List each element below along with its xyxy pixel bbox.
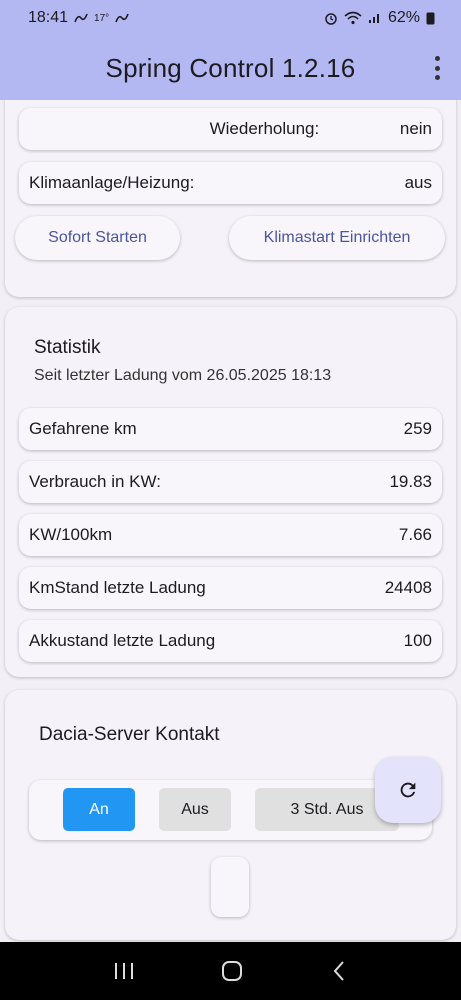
stat-row-odometer: KmStand letzte Ladung 24408 bbox=[19, 567, 442, 609]
stat-row-kw-per-100km: KW/100km 7.66 bbox=[19, 514, 442, 556]
status-temp: 17° bbox=[94, 12, 110, 24]
more-menu-icon[interactable] bbox=[431, 56, 443, 80]
stat-value: 24408 bbox=[384, 578, 432, 597]
repeat-row[interactable]: Wiederholung: nein bbox=[19, 108, 442, 150]
statistics-title: Statistik bbox=[34, 337, 101, 358]
start-now-button[interactable]: Sofort Starten bbox=[15, 216, 180, 260]
server-contact-segmented-control: An Aus 3 Std. Aus bbox=[29, 780, 432, 840]
statistics-subtitle: Seit letzter Ladung vom 26.05.2025 18:13 bbox=[34, 367, 332, 384]
repeat-label: Wiederholung: bbox=[209, 119, 320, 138]
refresh-icon bbox=[400, 782, 416, 798]
setup-climate-start-button[interactable]: Klimastart Einrichten bbox=[229, 216, 445, 260]
empty-card bbox=[211, 857, 249, 917]
back-icon[interactable] bbox=[330, 960, 348, 982]
stat-label: Gefahrene km bbox=[29, 419, 137, 438]
signal-icon bbox=[115, 13, 129, 23]
stat-row-consumption: Verbrauch in KW: 19.83 bbox=[19, 461, 442, 503]
stat-value: 259 bbox=[403, 419, 432, 438]
segment-off-button[interactable]: Aus bbox=[159, 788, 231, 831]
app-title: Spring Control 1.2.16 bbox=[105, 52, 356, 83]
climate-row[interactable]: Klimaanlage/Heizung: aus bbox=[19, 162, 442, 204]
refresh-button[interactable] bbox=[375, 757, 441, 823]
climate-label: Klimaanlage/Heizung: bbox=[29, 173, 195, 192]
segment-on-button[interactable]: An bbox=[63, 788, 135, 831]
repeat-value: nein bbox=[399, 119, 432, 138]
signal-icon bbox=[74, 13, 88, 23]
system-nav-bar bbox=[0, 942, 461, 1000]
cell-signal-icon bbox=[368, 14, 379, 23]
battery-percent: 62% bbox=[387, 9, 420, 26]
battery-icon bbox=[426, 12, 435, 25]
statistics-card: Statistik Seit letzter Ladung vom 26.05.… bbox=[5, 307, 456, 677]
climate-value: aus bbox=[404, 173, 432, 192]
stat-label: KW/100km bbox=[29, 525, 113, 544]
home-icon[interactable] bbox=[221, 960, 243, 982]
wifi-icon bbox=[344, 11, 362, 25]
stat-row-battery: Akkustand letzte Ladung 100 bbox=[19, 620, 442, 662]
status-time: 18:41 bbox=[28, 9, 69, 26]
stat-label: Verbrauch in KW: bbox=[29, 472, 161, 491]
stat-row-km: Gefahrene km 259 bbox=[19, 408, 442, 450]
app-bar: Spring Control 1.2.16 bbox=[0, 36, 461, 100]
stat-label: KmStand letzte Ladung bbox=[29, 578, 206, 597]
stat-value: 19.83 bbox=[389, 472, 432, 491]
server-contact-title: Dacia-Server Kontakt bbox=[39, 724, 220, 745]
stat-label: Akkustand letzte Ladung bbox=[29, 631, 216, 650]
status-bar: 18:41 17° 62% bbox=[0, 0, 461, 36]
climate-control-card: Wiederholung: nein Klimaanlage/Heizung: … bbox=[5, 100, 456, 297]
alarm-icon bbox=[325, 13, 337, 25]
recent-apps-icon[interactable] bbox=[113, 961, 135, 981]
stat-value: 100 bbox=[403, 631, 432, 650]
stat-value: 7.66 bbox=[398, 525, 432, 544]
